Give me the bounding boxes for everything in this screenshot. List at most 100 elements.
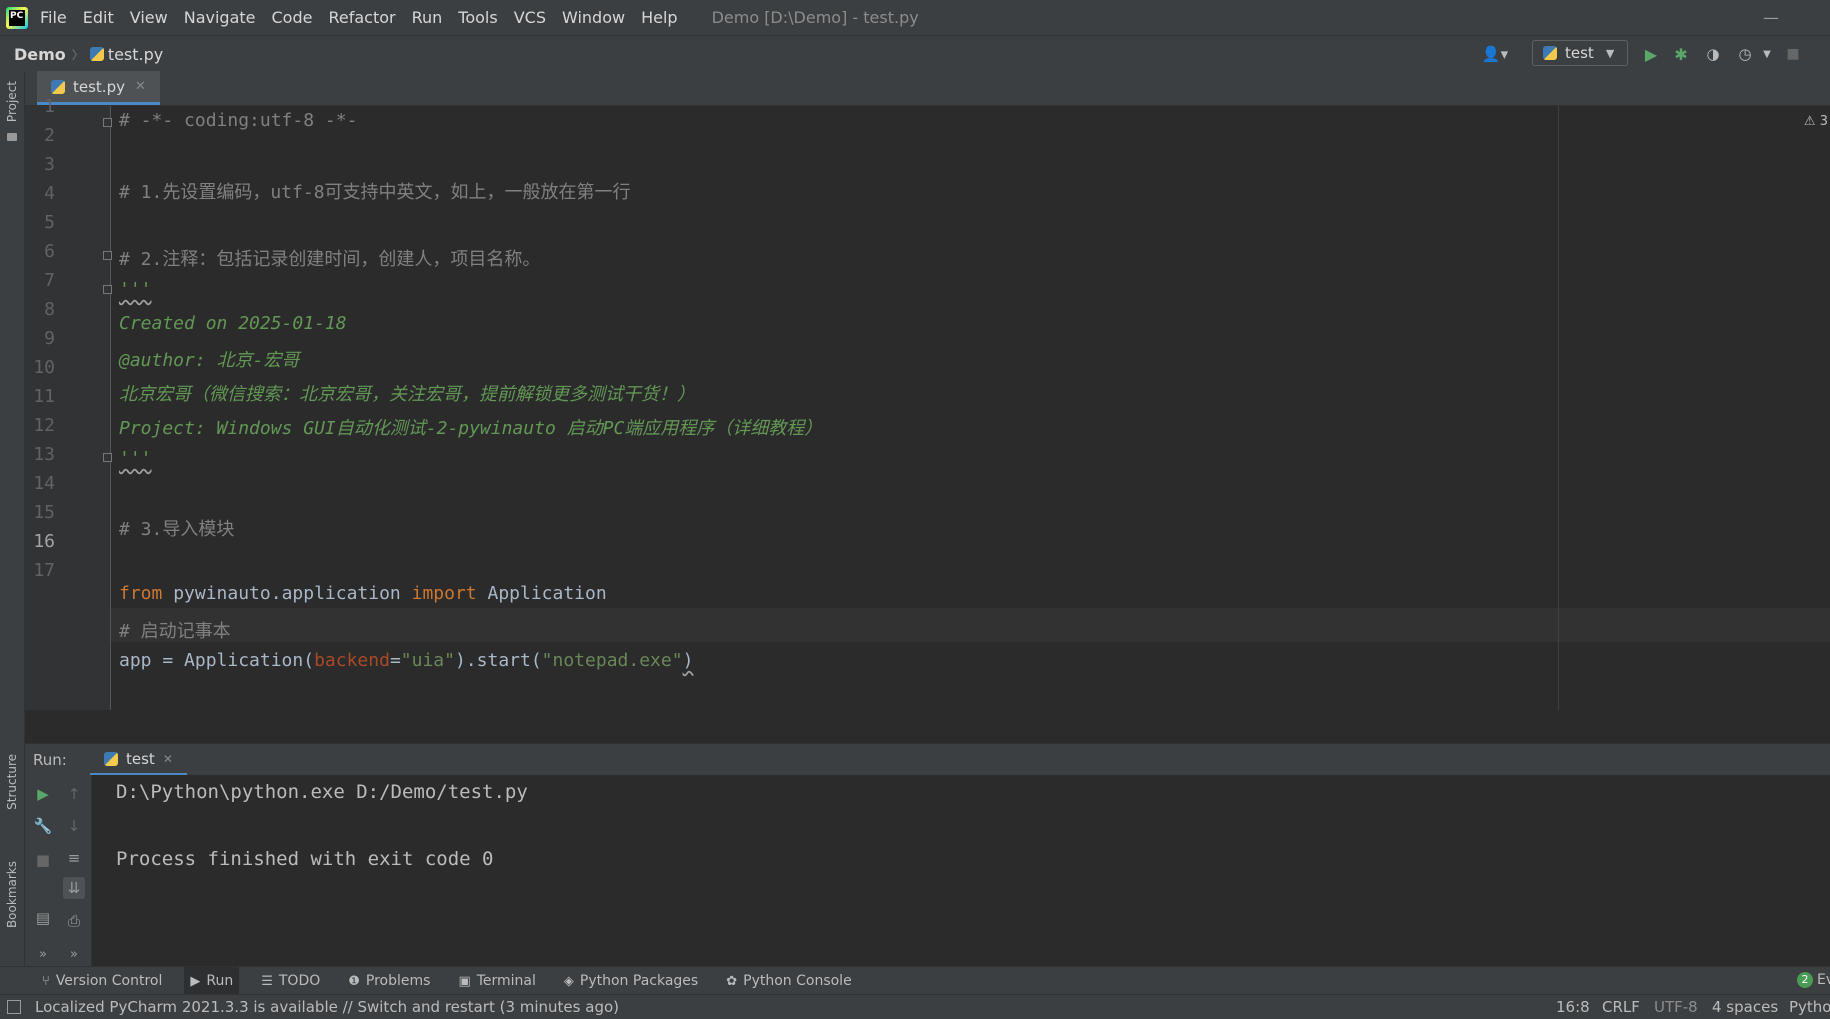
python-file-icon — [89, 47, 104, 61]
terminal-label: Terminal — [476, 973, 536, 989]
bookmarks-tool-button[interactable]: Bookmarks — [5, 861, 19, 928]
menu-tools[interactable]: Tools — [458, 8, 497, 27]
terminal-tool-button[interactable]: ▣ Terminal — [452, 967, 541, 995]
line-number: 5 — [44, 212, 55, 233]
event-log-label: Ev — [1817, 972, 1830, 988]
menu-bar: File Edit View Navigate Code Refactor Ru… — [0, 0, 1830, 35]
account-icon[interactable]: 👤▾ — [1478, 43, 1512, 65]
line-separator[interactable]: CRLF — [1602, 995, 1640, 1019]
event-log-tool-button[interactable]: 2 Ev — [1797, 972, 1830, 988]
python-console-tool-button[interactable]: ✿ Python Console — [720, 967, 857, 995]
right-margin-guide — [1558, 106, 1559, 710]
scroll-to-end-icon[interactable]: ⇊ — [63, 877, 85, 899]
line-number: 12 — [33, 415, 55, 436]
version-control-tool-button[interactable]: ⑂ Version Control — [36, 967, 168, 995]
line-number: 15 — [33, 502, 55, 523]
todo-tool-button[interactable]: ☰ TODO — [255, 967, 326, 995]
code-line-9: 北京宏哥（微信搜索：北京宏哥，关注宏哥，提前解锁更多测试干货！） — [119, 384, 695, 405]
code-line-15: from pywinauto.application import Applic… — [119, 583, 607, 604]
menu-help[interactable]: Help — [641, 8, 677, 27]
warning-count: 3 — [1819, 114, 1828, 129]
more-icon[interactable]: » — [32, 943, 54, 965]
line-number: 8 — [44, 299, 55, 320]
stop-icon[interactable]: ■ — [1782, 43, 1804, 65]
run-toolbar: ▶ ↑ 🔧 ↓ ■ ≡ ⇊ ▤ ⎙ » » — [25, 775, 92, 966]
problems-tool-button[interactable]: ❶ Problems — [342, 967, 436, 995]
menu-window[interactable]: Window — [562, 8, 625, 27]
inspection-warning-indicator[interactable]: ⚠ 3 — [1804, 114, 1828, 129]
tab-label: test.py — [73, 77, 125, 96]
project-tool-button[interactable]: Project — [5, 81, 19, 122]
line-number: 9 — [44, 328, 55, 349]
file-encoding[interactable]: UTF-8 — [1654, 995, 1698, 1019]
python-config-icon — [1543, 46, 1557, 60]
menu-file[interactable]: File — [40, 8, 67, 27]
menu-navigate[interactable]: Navigate — [184, 8, 256, 27]
menu-edit[interactable]: Edit — [83, 8, 114, 27]
menu-refactor[interactable]: Refactor — [328, 8, 395, 27]
coverage-icon[interactable]: ◑ — [1702, 43, 1724, 65]
code-line-8: @author: 北京-宏哥 — [119, 350, 300, 371]
python-packages-label: Python Packages — [579, 973, 699, 989]
more-icon[interactable]: » — [63, 943, 85, 965]
more-run-options-icon[interactable]: ▼ — [1756, 43, 1778, 65]
line-number: 11 — [33, 386, 55, 407]
profile-icon[interactable]: ◷ — [1734, 43, 1756, 65]
problems-label: Problems — [365, 973, 431, 989]
structure-tool-button[interactable]: Structure — [5, 754, 19, 810]
terminal-icon: ▣ — [458, 973, 471, 989]
rerun-icon[interactable]: ▶ — [32, 783, 54, 805]
python-packages-tool-button[interactable]: ◈ Python Packages — [558, 967, 704, 995]
indent-setting[interactable]: 4 spaces — [1712, 995, 1778, 1019]
close-icon[interactable]: ✕ — [163, 752, 173, 766]
code-segment: = — [389, 650, 401, 671]
fold-marker-icon[interactable] — [103, 453, 112, 462]
fold-marker-icon[interactable] — [103, 285, 112, 294]
folder-icon — [7, 133, 17, 141]
menu-run[interactable]: Run — [412, 8, 443, 27]
soft-wrap-icon[interactable]: ≡ — [63, 847, 85, 869]
code-segment: app = Application( — [119, 650, 315, 671]
console-output[interactable]: D:\Python\python.exe D:/Demo/test.py Pro… — [92, 775, 1830, 966]
run-configuration-select[interactable]: test ▼ — [1532, 40, 1628, 66]
code-line-17: app = Application(backend="uia").start("… — [119, 650, 693, 671]
imported-name: Application — [476, 583, 607, 604]
menu-code[interactable]: Code — [272, 8, 313, 27]
breadcrumb-project[interactable]: Demo — [14, 45, 66, 64]
debug-icon[interactable]: ✱ — [1670, 43, 1692, 65]
window-title: Demo [D:\Demo] - test.py — [711, 8, 919, 27]
packages-icon: ◈ — [563, 973, 574, 989]
python-interpreter[interactable]: Pytho — [1789, 995, 1830, 1019]
close-icon[interactable]: ✕ — [135, 79, 146, 94]
menu-vcs[interactable]: VCS — [514, 8, 546, 27]
run-tab-label: test — [126, 749, 155, 768]
layout-icon[interactable]: ▤ — [32, 907, 54, 929]
print-icon[interactable]: ⎙ — [63, 910, 85, 932]
pycharm-logo-icon — [6, 6, 28, 29]
python-console-icon: ✿ — [726, 973, 738, 989]
run-panel-header: Run: test ✕ — [25, 743, 1830, 776]
stop-icon[interactable]: ■ — [32, 849, 54, 871]
chevron-down-icon: ▼ — [1605, 46, 1615, 60]
caret-position[interactable]: 16:8 — [1556, 995, 1590, 1019]
fold-marker-icon[interactable] — [103, 251, 112, 260]
menu-view[interactable]: View — [130, 8, 168, 27]
down-arrow-icon[interactable]: ↓ — [63, 815, 85, 837]
breadcrumb-file[interactable]: test.py — [108, 45, 163, 64]
code-line-13: # 3.导入模块 — [119, 519, 235, 540]
toggle-tool-windows-icon[interactable] — [7, 1000, 21, 1014]
run-tab-test[interactable]: test ✕ — [90, 744, 187, 776]
minimize-icon[interactable]: — — [1748, 0, 1794, 35]
left-tool-strip: Project Structure Bookmarks — [0, 71, 25, 966]
keyword-import: import — [411, 583, 477, 604]
fold-marker-icon[interactable] — [103, 118, 112, 127]
run-tool-button[interactable]: ▶ Run — [184, 967, 240, 995]
line-number: 6 — [44, 241, 55, 262]
status-message[interactable]: Localized PyCharm 2021.3.3 is available … — [35, 998, 619, 1016]
run-icon[interactable]: ▶ — [1640, 43, 1662, 65]
editor-tab-bar: test.py ✕ — [25, 71, 1830, 106]
todo-label: TODO — [278, 973, 321, 989]
up-arrow-icon[interactable]: ↑ — [63, 783, 85, 805]
tab-test-py[interactable]: test.py ✕ — [37, 71, 160, 105]
wrench-icon[interactable]: 🔧 — [32, 815, 54, 837]
